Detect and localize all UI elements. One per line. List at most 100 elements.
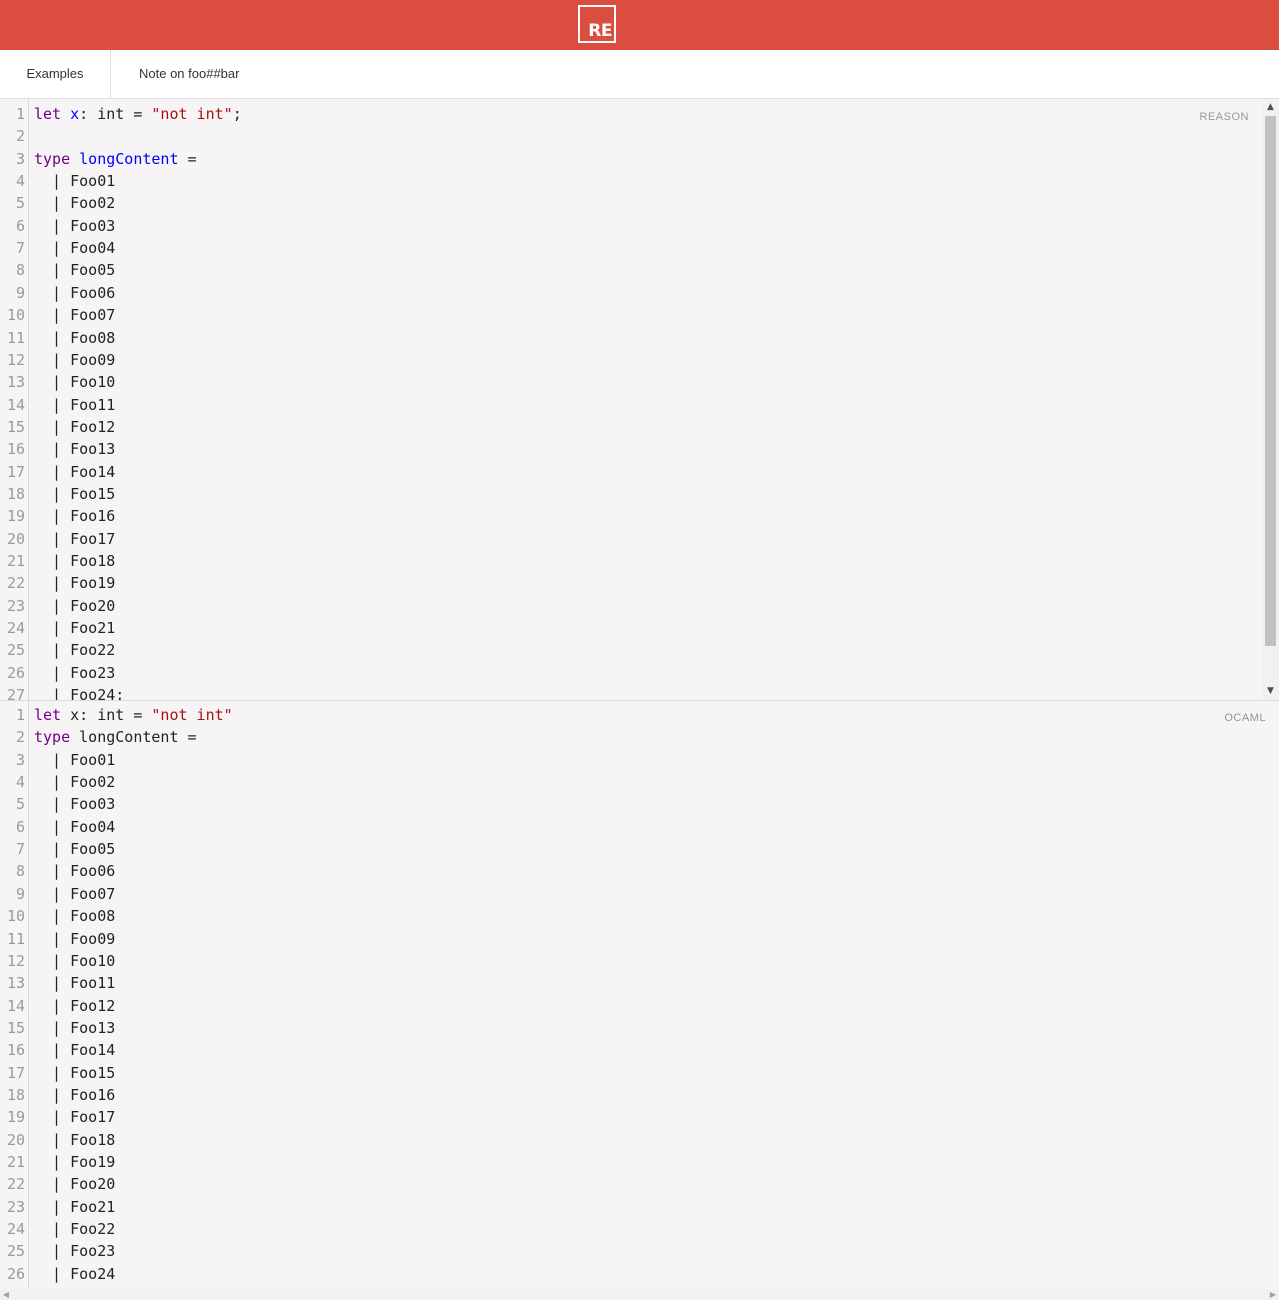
line-code: | Foo17 xyxy=(34,1106,115,1128)
line-code: | Foo21 xyxy=(34,1196,115,1218)
line-number: 13 xyxy=(6,974,25,993)
line-number: 15 xyxy=(6,417,25,436)
line-code: | Foo19 xyxy=(34,572,115,594)
line-number: 19 xyxy=(6,507,25,526)
code-token: | Foo08 xyxy=(34,907,116,926)
line-number: 3 xyxy=(15,750,25,769)
line-code: | Foo04 xyxy=(34,816,115,838)
line-code: | Foo04 xyxy=(34,237,115,259)
scroll-left-icon[interactable]: ◀ xyxy=(0,1289,12,1300)
code-token: let xyxy=(34,105,62,123)
code-token: | Foo18 xyxy=(34,552,116,570)
code-token: | Foo21 xyxy=(34,619,116,638)
line-code: | Foo09 xyxy=(34,349,115,371)
line-code: | Foo24; xyxy=(34,684,124,700)
line-number: 16 xyxy=(6,440,25,459)
line-code: | Foo06 xyxy=(34,282,115,304)
line-number: 9 xyxy=(15,283,25,302)
code-token: | Foo20 xyxy=(34,1175,116,1194)
line-number: 7 xyxy=(15,840,25,859)
code-token: | Foo14 xyxy=(34,1041,116,1060)
line-number: 18 xyxy=(6,1085,25,1104)
line-code: | Foo18 xyxy=(34,1129,115,1151)
code-token: | Foo03 xyxy=(34,795,116,814)
line-code: | Foo23 xyxy=(34,662,115,684)
code-token: x xyxy=(70,105,80,123)
code-token: | Foo17 xyxy=(34,529,116,548)
line-code: | Foo18 xyxy=(34,550,115,572)
code-token: | Foo24; xyxy=(34,686,125,700)
code-token: | Foo13 xyxy=(34,1018,116,1037)
code-token: | Foo07 xyxy=(34,306,116,325)
line-number: 8 xyxy=(15,261,25,280)
code-token: | Foo23 xyxy=(34,1242,116,1261)
line-number: 27 xyxy=(6,686,25,700)
line-code: | Foo01 xyxy=(34,170,115,192)
line-code: | Foo13 xyxy=(34,438,115,460)
line-code: | Foo16 xyxy=(34,1084,115,1106)
line-number: 12 xyxy=(6,951,25,970)
code-token: let xyxy=(34,706,62,724)
line-code: | Foo03 xyxy=(34,215,115,237)
code-token: | Foo05 xyxy=(34,840,116,859)
line-code: | Foo13 xyxy=(34,1017,115,1039)
ocaml-editor[interactable]: 1 let x: int = "not int" 2 type longContent… xyxy=(0,701,1279,1289)
line-number: 5 xyxy=(15,194,25,213)
line-number: 8 xyxy=(15,862,25,881)
scroll-up-icon[interactable]: ▲ xyxy=(1262,99,1279,116)
code-token: | Foo05 xyxy=(34,261,116,280)
code-token: | Foo09 xyxy=(34,350,116,369)
line-number: 7 xyxy=(15,239,25,258)
line-number: 10 xyxy=(6,306,25,325)
line-number: 14 xyxy=(6,996,25,1015)
line-code: | Foo11 xyxy=(34,394,115,416)
line-code: | Foo01 xyxy=(34,749,115,771)
line-number: 3 xyxy=(15,149,25,168)
line-code: | Foo24 xyxy=(34,1263,115,1285)
code-token: | Foo23 xyxy=(34,663,116,682)
line-code: let x: int = "not int" xyxy=(34,704,233,726)
line-code: | Foo02 xyxy=(34,771,115,793)
line-code: | Foo14 xyxy=(34,461,115,483)
nav-examples-link[interactable]: Examples xyxy=(0,50,111,98)
horizontal-scrollbar[interactable]: ◀ ▶ xyxy=(0,1289,1279,1300)
code-token: | Foo08 xyxy=(34,328,116,347)
reason-editor[interactable]: 1 let x: int = "not int"; 2 3 type longConte… xyxy=(0,99,1279,700)
reason-vertical-scrollbar[interactable]: ▲ ▼ xyxy=(1262,99,1279,700)
line-number: 25 xyxy=(6,1242,25,1261)
code-token: longContent xyxy=(79,149,179,168)
nav-note-link[interactable]: Note on foo##bar xyxy=(139,50,239,98)
code-token: | Foo06 xyxy=(34,862,116,881)
reason-language-label: REASON xyxy=(1199,111,1249,123)
code-token: | Foo12 xyxy=(34,417,116,436)
line-code: | Foo02 xyxy=(34,192,115,214)
line-number: 1 xyxy=(15,105,25,123)
line-number: 9 xyxy=(15,884,25,903)
line-number: 10 xyxy=(6,907,25,926)
scroll-right-icon[interactable]: ▶ xyxy=(1267,1289,1279,1300)
line-code: | Foo12 xyxy=(34,995,115,1017)
line-number: 12 xyxy=(6,350,25,369)
scroll-down-icon[interactable]: ▼ xyxy=(1262,683,1279,700)
code-token: | Foo12 xyxy=(34,996,116,1015)
line-number: 5 xyxy=(15,795,25,814)
reason-logo[interactable]: RE xyxy=(578,5,616,43)
line-number: 14 xyxy=(6,395,25,414)
code-token: | Foo11 xyxy=(34,974,116,993)
code-token: | Foo07 xyxy=(34,884,116,903)
code-token: type xyxy=(34,149,71,168)
code-token: | Foo15 xyxy=(34,484,116,503)
code-token: | Foo19 xyxy=(34,574,116,593)
line-code: type longContent = xyxy=(34,726,197,748)
code-token: | Foo13 xyxy=(34,440,116,459)
line-number: 26 xyxy=(6,1264,25,1283)
code-token: | Foo01 xyxy=(34,750,116,769)
line-number: 13 xyxy=(6,373,25,392)
line-number: 21 xyxy=(6,552,25,570)
line-number: 17 xyxy=(6,1063,25,1082)
scrollbar-thumb[interactable] xyxy=(1265,116,1276,646)
line-code: | Foo22 xyxy=(34,639,115,661)
code-token: | Foo18 xyxy=(34,1130,116,1149)
line-number: 24 xyxy=(6,619,25,638)
code-token: | Foo06 xyxy=(34,283,116,302)
